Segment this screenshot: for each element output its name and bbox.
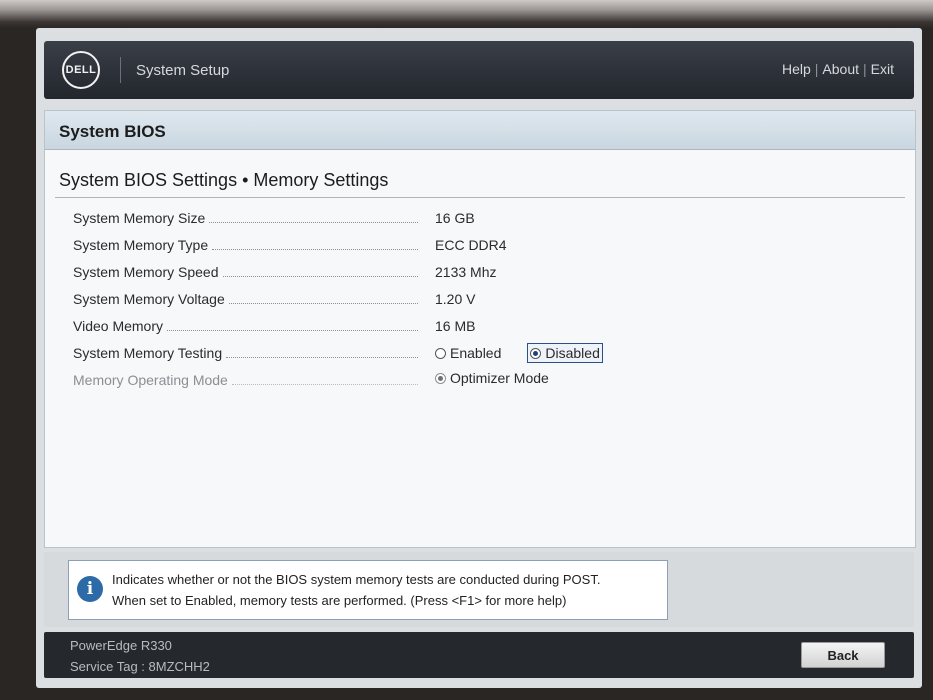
header-bar: DELL System Setup Help | About | Exit <box>44 41 914 99</box>
help-panel: i Indicates whether or not the BIOS syst… <box>44 552 914 627</box>
setting-value: 16 MB <box>435 318 476 334</box>
setting-value: 1.20 V <box>435 291 476 307</box>
heading-divider <box>55 197 905 198</box>
back-button[interactable]: Back <box>801 642 885 668</box>
section-bar: System BIOS <box>45 111 915 150</box>
dot-leader <box>231 383 418 385</box>
radio-label: Enabled <box>450 345 502 361</box>
memory-testing-radio-group: Enabled Disabled <box>435 343 603 363</box>
dot-leader <box>167 329 418 331</box>
setting-value: ECC DDR4 <box>435 237 507 253</box>
setting-row-memory-type: System Memory Type ECC DDR4 <box>45 233 915 260</box>
service-tag: Service Tag : 8MZCHH2 <box>70 659 210 674</box>
header-divider <box>120 57 121 83</box>
setting-row-memory-size: System Memory Size 16 GB <box>45 206 915 233</box>
radio-checked-icon[interactable] <box>530 347 542 359</box>
dot-leader <box>226 356 418 358</box>
bios-screen: DELL System Setup Help | About | Exit System… <box>36 28 922 688</box>
radio-unchecked-icon[interactable] <box>435 347 446 359</box>
help-text: Indicates whether or not the BIOS system… <box>112 569 657 611</box>
setting-label: System Memory Size <box>73 210 206 226</box>
help-box: i Indicates whether or not the BIOS syst… <box>68 560 668 620</box>
model-name: PowerEdge R330 <box>70 638 172 653</box>
dot-leader <box>222 275 418 277</box>
link-separator: | <box>814 61 819 77</box>
dot-leader <box>228 302 418 304</box>
app-title: System Setup <box>136 62 230 79</box>
monitor-bezel-top <box>0 0 933 28</box>
section-title: System BIOS <box>59 122 166 141</box>
help-link[interactable]: Help <box>782 61 811 77</box>
setting-value: 2133 Mhz <box>435 264 497 280</box>
main-content: System BIOS System BIOS Settings • Memor… <box>44 110 916 548</box>
radio-label: Optimizer Mode <box>450 370 549 386</box>
page-heading: System BIOS Settings • Memory Settings <box>59 170 389 190</box>
radio-checked-icon <box>435 372 446 384</box>
setting-label: Memory Operating Mode <box>73 372 228 388</box>
help-line-2: When set to Enabled, memory tests are pe… <box>112 593 567 608</box>
setting-row-memory-speed: System Memory Speed 2133 Mhz <box>45 260 915 287</box>
dot-leader <box>209 221 418 223</box>
radio-label: Disabled <box>545 345 600 361</box>
setting-row-video-memory: Video Memory 16 MB <box>45 314 915 341</box>
setting-row-memory-voltage: System Memory Voltage 1.20 V <box>45 287 915 314</box>
radio-optimizer-mode: Optimizer Mode <box>435 370 549 386</box>
info-icon: i <box>77 576 103 602</box>
radio-disabled[interactable]: Disabled <box>527 343 603 363</box>
monitor-bezel-bottom <box>0 688 933 700</box>
setting-label: System Memory Testing <box>73 345 223 361</box>
setting-label: System Memory Voltage <box>73 291 225 307</box>
radio-enabled[interactable]: Enabled <box>435 345 501 361</box>
exit-link[interactable]: Exit <box>871 61 894 77</box>
dell-logo: DELL <box>62 51 100 89</box>
help-line-1: Indicates whether or not the BIOS system… <box>112 572 601 587</box>
setting-row-memory-testing: System Memory Testing Enabled Disabled <box>45 341 915 368</box>
setting-label: Video Memory <box>73 318 164 334</box>
dot-leader <box>212 248 418 250</box>
operating-mode-radio-group: Optimizer Mode <box>435 370 549 386</box>
setting-label: System Memory Type <box>73 237 209 253</box>
settings-list: System Memory Size 16 GB System Memory T… <box>45 206 915 395</box>
footer-bar: PowerEdge R330 Service Tag : 8MZCHH2 Bac… <box>44 632 914 678</box>
about-link[interactable]: About <box>822 61 859 77</box>
setting-label: System Memory Speed <box>73 264 219 280</box>
setting-value: 16 GB <box>435 210 475 226</box>
link-separator: | <box>863 61 867 77</box>
header-links: Help | About | Exit <box>782 61 894 77</box>
setting-row-memory-operating-mode: Memory Operating Mode Optimizer Mode <box>45 368 915 395</box>
